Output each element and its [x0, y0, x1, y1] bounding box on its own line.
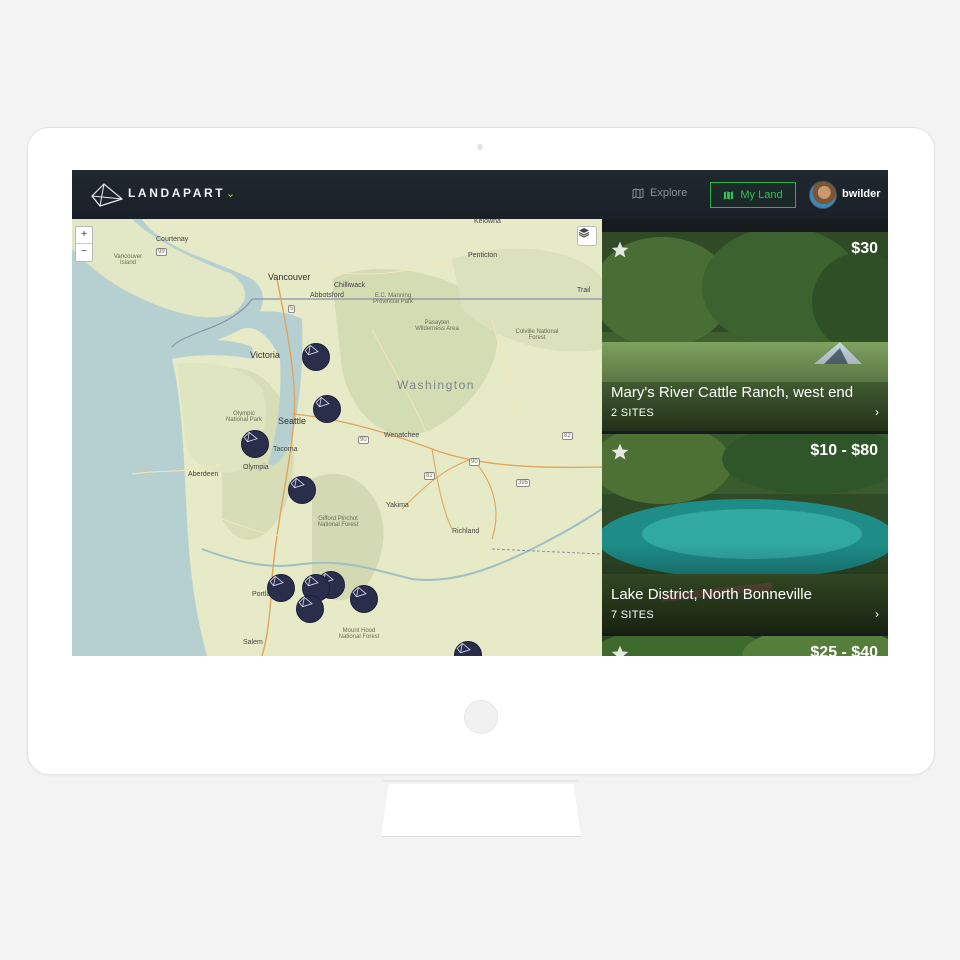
stand-shadow [383, 780, 579, 784]
layers-button[interactable] [577, 226, 597, 246]
listing-title: Lake District, North Bonneville [611, 586, 812, 603]
map-label-olympia: Olympia [243, 464, 269, 471]
monitor-stand [381, 780, 581, 837]
map-label-abbotsford: Abbotsford [310, 292, 344, 299]
campsite-marker[interactable] [350, 585, 378, 613]
map-label-richland: Richland [452, 528, 480, 535]
map-label-victoria: Victoria [250, 350, 280, 360]
highway-shield: 90 [358, 436, 369, 444]
map-view[interactable]: Courtenay Vancouver Island Vancouver Chi… [72, 218, 602, 656]
map-green-icon [724, 190, 734, 200]
nav-explore-label: Explore [650, 187, 688, 199]
brand-name[interactable]: LandApart [128, 186, 225, 200]
map-label-wenatchee: Wenatchee [384, 432, 420, 439]
highway-shield: 395 [516, 479, 531, 487]
campsite-marker[interactable] [296, 595, 324, 623]
map-label-olympic: Olympic National Park [225, 411, 263, 423]
star-icon[interactable] [610, 240, 630, 260]
listing-price: $25 - $40 [810, 644, 878, 656]
home-button [464, 700, 498, 734]
map-label-penticton: Penticton [468, 252, 498, 259]
map-icon [632, 187, 644, 199]
map-label-aberdeen: Aberdeen [188, 471, 219, 478]
nav-explore-link[interactable]: Explore [632, 187, 687, 199]
campsite-marker-icon [352, 586, 367, 598]
chevron-right-icon: › [875, 405, 879, 419]
map-label-kelowna: Kelowna [474, 218, 501, 225]
campsite-marker-icon [315, 396, 330, 408]
listing-card[interactable]: $25 - $40 [602, 636, 888, 656]
star-icon[interactable] [610, 442, 630, 462]
highway-shield: 82 [562, 432, 573, 440]
map-label-seattle: Seattle [278, 416, 307, 426]
chevron-down-icon[interactable]: ⌄ [226, 187, 235, 200]
nav-my-land-label: My Land [740, 189, 783, 201]
map-label-tacoma: Tacoma [273, 446, 298, 453]
highway-shield: 82 [424, 472, 435, 480]
zoom-in-button[interactable]: + [76, 227, 92, 244]
highway-shield: 90 [469, 458, 480, 466]
listing-price: $30 [851, 240, 878, 257]
map-label-vancouver-island: Vancouver Island [113, 254, 143, 266]
listings-panel[interactable]: $30 Mary's River Cattle Ranch, west end … [602, 219, 888, 656]
map-label-washington: Washington [397, 378, 475, 392]
highway-shield: 5 [288, 305, 296, 313]
listing-card[interactable]: $30 Mary's River Cattle Ranch, west end … [602, 232, 888, 431]
map-label-courtenay: Courtenay [156, 236, 189, 243]
campsite-marker-icon [269, 575, 284, 587]
campsite-marker-icon [456, 642, 471, 654]
listing-card[interactable]: $10 - $80 Lake District, North Bonnevill… [602, 434, 888, 633]
map-label-trail: Trail [577, 287, 591, 294]
layers-icon [578, 228, 590, 238]
campsite-marker[interactable] [267, 574, 295, 602]
map-label-salem: Salem [243, 639, 263, 646]
map-label-pasayten: Pasayten Wilderness Area [415, 320, 459, 332]
zoom-control: + − [75, 226, 93, 262]
avatar[interactable] [809, 181, 837, 209]
listing-title: Mary's River Cattle Ranch, west end [611, 384, 854, 401]
map-label-ec-manning: E.C. Manning Provincial Park [372, 293, 413, 305]
campsite-marker[interactable] [302, 343, 330, 371]
map-label-gifford: Gifford Pinchot National Forest [317, 516, 359, 528]
listing-sites: 2 SITES [611, 407, 655, 419]
star-icon[interactable] [610, 644, 630, 656]
campsite-marker-icon [290, 477, 305, 489]
listing-sites: 7 SITES [611, 609, 655, 621]
listing-price: $10 - $80 [810, 442, 878, 459]
top-navbar: LandApart ⌄ Explore My Land bwilder [72, 170, 888, 219]
campsite-marker-icon [243, 431, 258, 443]
map-label-chilliwack: Chilliwack [334, 282, 366, 289]
highway-shield: 99 [156, 248, 167, 256]
campsite-marker-icon [304, 575, 319, 587]
zoom-out-button[interactable]: − [76, 244, 92, 260]
campsite-marker-icon [304, 344, 319, 356]
app-screen: LandApart ⌄ Explore My Land bwilder [72, 170, 888, 656]
campsite-marker[interactable] [241, 430, 269, 458]
nav-my-land-button[interactable]: My Land [710, 182, 796, 208]
map-label-yakima: Yakima [386, 502, 409, 509]
username[interactable]: bwilder [842, 188, 881, 200]
chevron-right-icon: › [875, 607, 879, 621]
map-label-vancouver: Vancouver [268, 272, 311, 282]
map-label-colville: Colville National Forest [515, 329, 559, 341]
campsite-marker-icon [298, 596, 313, 608]
campsite-marker[interactable] [313, 395, 341, 423]
map-label-mount-hood: Mount Hood National Forest [338, 628, 380, 640]
campsite-marker[interactable] [288, 476, 316, 504]
landapart-logo-icon[interactable] [90, 181, 126, 209]
camera-dot [477, 144, 483, 150]
